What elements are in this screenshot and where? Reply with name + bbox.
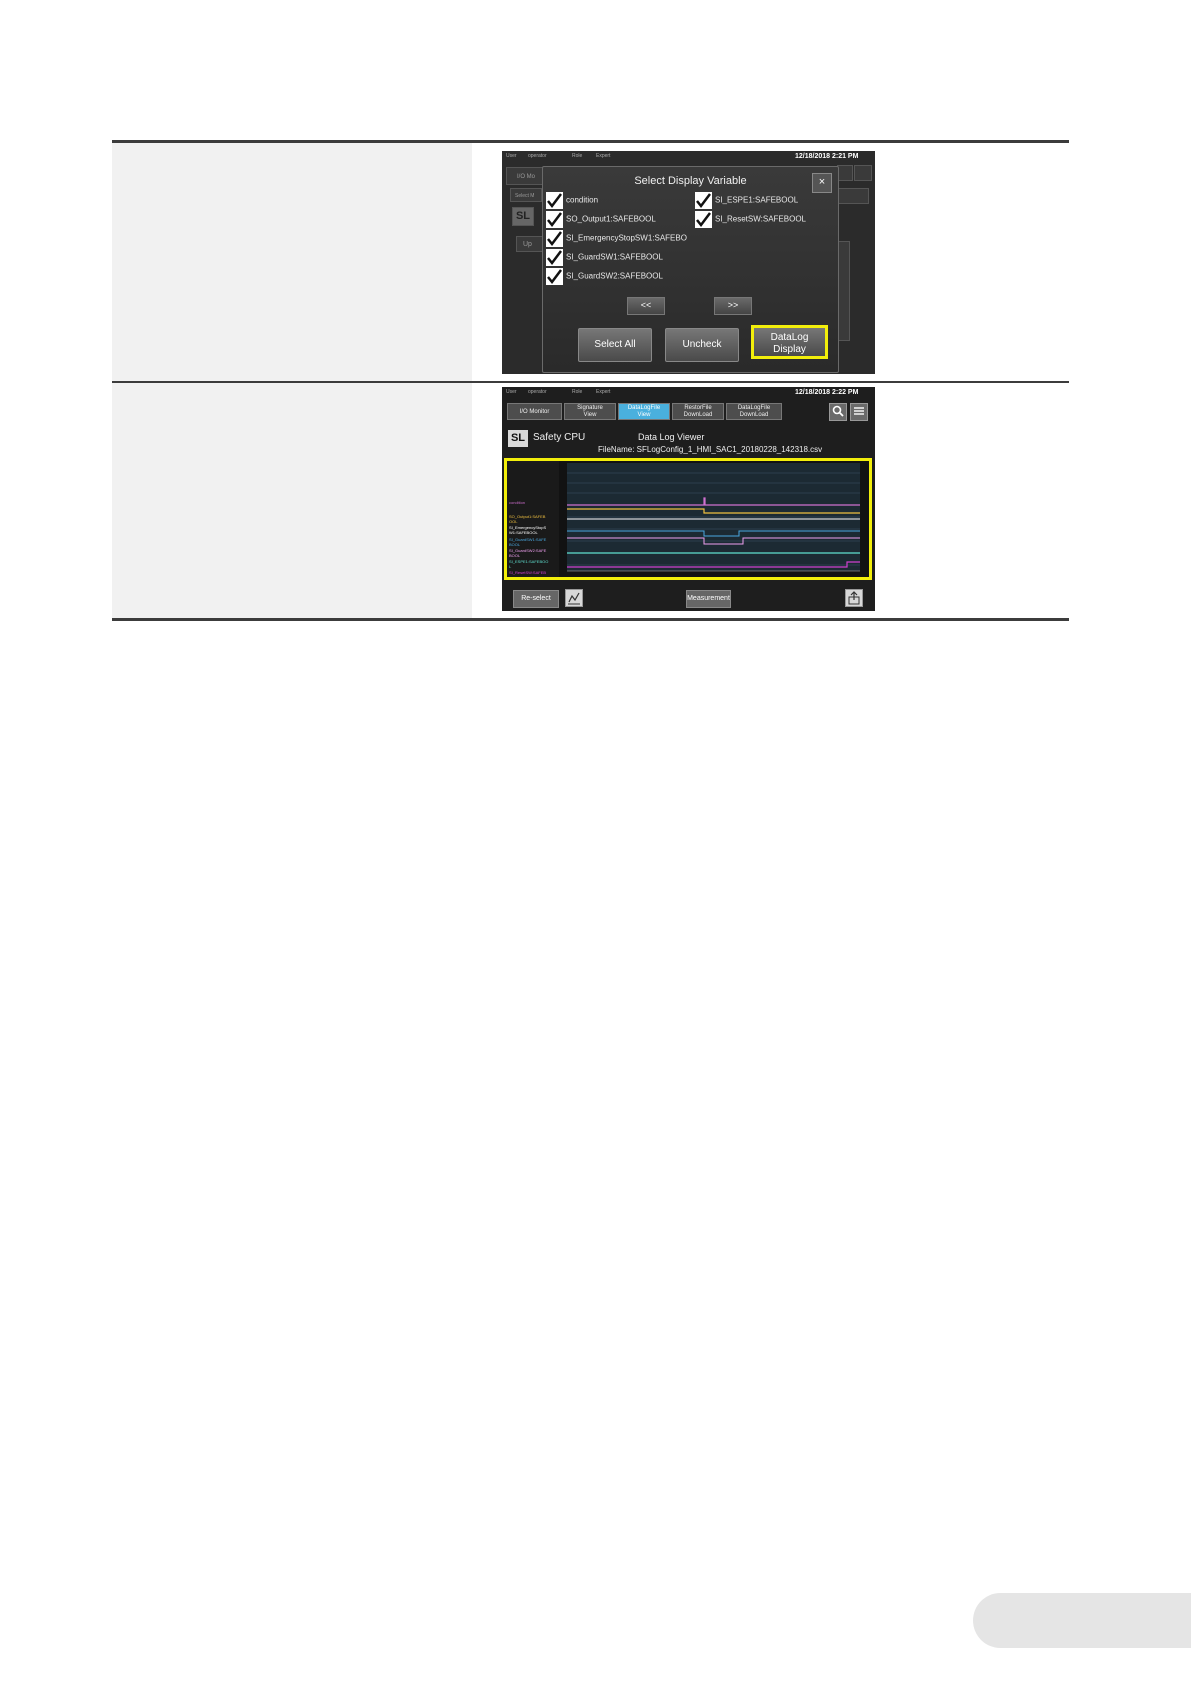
legend-line: OOL bbox=[509, 519, 518, 524]
tab-label-line1: Signature bbox=[577, 405, 603, 411]
role-value: Expert bbox=[596, 389, 611, 395]
checkmark-icon[interactable] bbox=[546, 230, 563, 247]
variable-label: SI_ESPE1:SAFEBOOL bbox=[715, 195, 799, 205]
variable-reset-sw[interactable]: SI_ResetSW:SAFEBOOL bbox=[695, 211, 806, 228]
legend-guard-sw2: SI_GuardSW2:SAFE BOOL bbox=[509, 548, 546, 558]
background-scrollbar bbox=[838, 241, 850, 341]
reselect-button[interactable]: Re-select bbox=[513, 590, 559, 608]
variable-condition[interactable]: condition bbox=[546, 192, 598, 209]
data-log-viewer-screenshot: User operator Role Expert 12/18/2018 2:2… bbox=[502, 387, 875, 611]
variable-label: SI_GuardSW2:SAFEBOOL bbox=[566, 271, 663, 281]
tab-restorfile-download[interactable]: RestorFile DownLoad bbox=[672, 403, 724, 420]
viewer-title: Data Log Viewer bbox=[638, 432, 705, 442]
user-value: operator bbox=[528, 153, 547, 159]
menu-icon[interactable] bbox=[850, 403, 868, 421]
measurement-button[interactable]: Measurement bbox=[686, 590, 731, 608]
background-sl-badge: SL bbox=[512, 207, 534, 226]
legend-line: BOOL bbox=[509, 542, 521, 547]
tab-signature-view[interactable]: Signature View bbox=[564, 403, 616, 420]
variable-label: condition bbox=[566, 195, 599, 205]
select-all-button[interactable]: Select All bbox=[578, 328, 652, 362]
datalog-display-line2: Display bbox=[773, 344, 806, 355]
user-label: User bbox=[506, 153, 517, 159]
variable-emergency-stop[interactable]: SI_EmergencyStopSW1:SAFEBO bbox=[546, 230, 687, 247]
select-variable-screenshot: User operator Role Expert 12/18/2018 2:2… bbox=[502, 151, 875, 374]
sl-badge: SL bbox=[508, 430, 528, 447]
datetime: 12/18/2018 2:21 PM bbox=[795, 153, 859, 160]
filename-label: FileName: SFLogConfig_1_HMI_SAC1_2018022… bbox=[598, 445, 823, 454]
legend-line: W1:SAFEBOOL bbox=[509, 530, 538, 535]
legend-emergency-stop: SI_EmergencyStopS W1:SAFEBOOL bbox=[509, 525, 546, 535]
variable-guard-sw2[interactable]: SI_GuardSW2:SAFEBOOL bbox=[546, 268, 663, 285]
tab-io-monitor[interactable]: I/O Monitor bbox=[507, 403, 562, 420]
variable-label: SO_Output1:SAFEBOOL bbox=[566, 214, 656, 224]
signal-traces bbox=[567, 463, 860, 572]
legend-guard-sw1: SI_GuardSW1:SAFE BOOL bbox=[509, 537, 546, 547]
background-button: Up bbox=[516, 236, 544, 252]
previous-page-button[interactable]: << bbox=[627, 297, 665, 315]
tab-label-line1: DataLogFile bbox=[627, 405, 661, 411]
role-label: Role bbox=[572, 389, 583, 395]
background-select: Select M bbox=[510, 188, 542, 202]
legend-espe1: SI_ESPE1:SAFEBOO L bbox=[509, 559, 548, 569]
datalog-display-line1: DataLog bbox=[770, 332, 809, 343]
tab-label-line2: DownLoad bbox=[683, 412, 713, 418]
data-log-chart-highlight: condition SO_Output1:SAFEB OOL SI_Emergen… bbox=[504, 458, 872, 580]
page-number-tab bbox=[973, 1593, 1191, 1648]
checkmark-icon[interactable] bbox=[695, 192, 712, 209]
select-variable-dialog: Select Display Variable × condition SO_O… bbox=[542, 166, 839, 373]
user-label: User bbox=[506, 389, 517, 395]
checkmark-icon[interactable] bbox=[546, 249, 563, 266]
legend-reset-sw: SI_ResetSW:SAFEB bbox=[509, 570, 547, 575]
role-label: Role bbox=[572, 153, 583, 159]
checkmark-icon[interactable] bbox=[546, 192, 563, 209]
datetime: 12/18/2018 2:22 PM bbox=[795, 389, 859, 396]
variable-so-output1[interactable]: SO_Output1:SAFEBOOL bbox=[546, 211, 656, 228]
variable-label: SI_ResetSW:SAFEBOOL bbox=[715, 214, 806, 224]
tab-label: I/O Monitor bbox=[519, 409, 550, 415]
table-left-cell-1 bbox=[112, 143, 472, 381]
legend-panel: condition SO_Output1:SAFEB OOL SI_Emergen… bbox=[507, 461, 559, 577]
tab-label-line2: DownLoad bbox=[739, 412, 769, 418]
legend-line: SI_ESPE1:SAFEBOO bbox=[509, 559, 549, 564]
variable-guard-sw1[interactable]: SI_GuardSW1:SAFEBOOL bbox=[546, 249, 663, 266]
legend-line: L bbox=[509, 564, 512, 569]
background-tab: I/O Mo bbox=[506, 167, 544, 185]
legend-condition: condition bbox=[509, 500, 526, 505]
legend-so-output1: SO_Output1:SAFEB OOL bbox=[509, 514, 545, 524]
table-left-cell-2 bbox=[112, 383, 472, 618]
tab-label-line1: DataLogFile bbox=[737, 405, 771, 411]
variable-label: SI_EmergencyStopSW1:SAFEBO bbox=[566, 233, 687, 243]
background-menu-icon bbox=[854, 165, 872, 181]
role-value: Expert bbox=[596, 153, 611, 159]
tab-label-line2: View bbox=[583, 412, 597, 418]
legend-line: BOOL bbox=[509, 553, 521, 558]
table-bottom-rule bbox=[112, 618, 1069, 621]
cpu-label: Safety CPU bbox=[533, 432, 586, 443]
user-value: operator bbox=[528, 389, 547, 395]
variable-espe1[interactable]: SI_ESPE1:SAFEBOOL bbox=[695, 192, 798, 209]
datalog-display-button[interactable]: DataLog Display bbox=[751, 325, 828, 359]
tab-label-line1: RestorFile bbox=[684, 405, 712, 411]
tab-datalogfile-download[interactable]: DataLogFile DownLoad bbox=[726, 403, 782, 420]
tab-datalogfile-view[interactable]: DataLogFile View bbox=[618, 403, 670, 420]
search-icon[interactable] bbox=[829, 403, 847, 421]
background-search-icon bbox=[837, 165, 853, 181]
dialog-title: Select Display Variable bbox=[634, 175, 747, 187]
background-field bbox=[837, 188, 869, 204]
variable-label: SI_GuardSW1:SAFEBOOL bbox=[566, 252, 663, 262]
close-button[interactable]: × bbox=[812, 173, 832, 193]
checkmark-icon[interactable] bbox=[546, 211, 563, 228]
tab-label-line2: View bbox=[637, 412, 651, 418]
export-icon[interactable] bbox=[845, 589, 863, 607]
next-page-button[interactable]: >> bbox=[714, 297, 752, 315]
checkmark-icon[interactable] bbox=[695, 211, 712, 228]
zoom-icon[interactable] bbox=[565, 589, 583, 607]
uncheck-button[interactable]: Uncheck bbox=[665, 328, 739, 362]
checkmark-icon[interactable] bbox=[546, 268, 563, 285]
